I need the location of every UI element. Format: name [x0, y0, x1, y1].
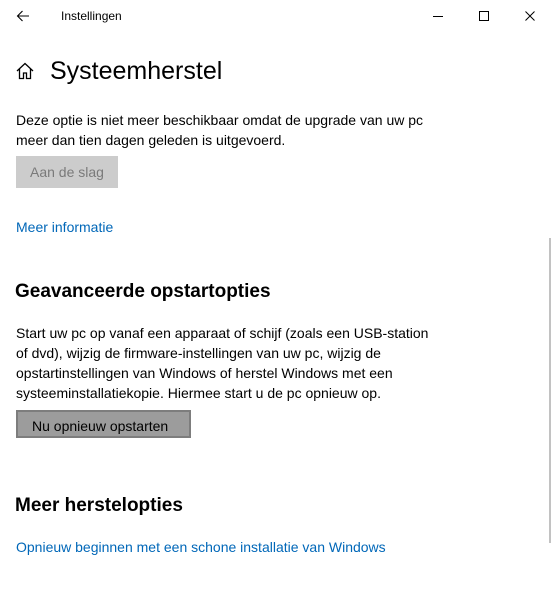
advanced-startup-description-line-4: systeeminstallatiekopie. Hiermee start u… — [16, 385, 381, 401]
get-started-button[interactable]: Aan de slag — [16, 156, 118, 188]
minimize-icon — [433, 16, 443, 17]
page-title: Systeemherstel — [50, 57, 223, 85]
advanced-startup-description-line-3: opstartinstellingen van Windows of herst… — [16, 365, 393, 381]
close-button[interactable] — [507, 0, 553, 32]
scrollbar[interactable] — [549, 238, 551, 543]
page-header: Systeemherstel — [0, 50, 553, 96]
more-info-link[interactable]: Meer informatie — [16, 219, 113, 235]
reset-description-line-1: Deze optie is niet meer beschikbaar omda… — [16, 112, 424, 128]
minimize-button[interactable] — [415, 0, 461, 32]
title-bar: Instellingen — [0, 0, 553, 32]
app-title: Instellingen — [61, 9, 122, 23]
close-icon — [525, 11, 535, 21]
home-button[interactable] — [14, 60, 36, 82]
advanced-startup-description-line-1: Start uw pc op vanaf een apparaat of sch… — [16, 325, 429, 341]
back-button[interactable] — [0, 0, 46, 32]
home-icon — [16, 62, 34, 80]
fresh-start-link[interactable]: Opnieuw beginnen met een schone installa… — [16, 539, 386, 555]
maximize-button[interactable] — [461, 0, 507, 32]
settings-window: Instellingen Systeemherstel Deze optie i… — [0, 0, 553, 590]
advanced-startup-heading: Geavanceerde opstartopties — [15, 281, 271, 302]
advanced-startup-description-line-2: of dvd), wijzig de firmware-instellingen… — [16, 345, 381, 361]
restart-now-button[interactable]: Nu opnieuw opstarten — [16, 410, 191, 438]
reset-description-line-2: meer dan tien dagen geleden is uitgevoer… — [16, 132, 286, 148]
back-arrow-icon — [16, 10, 29, 22]
more-recovery-options-heading: Meer herstelopties — [15, 495, 183, 516]
maximize-icon — [479, 11, 489, 21]
